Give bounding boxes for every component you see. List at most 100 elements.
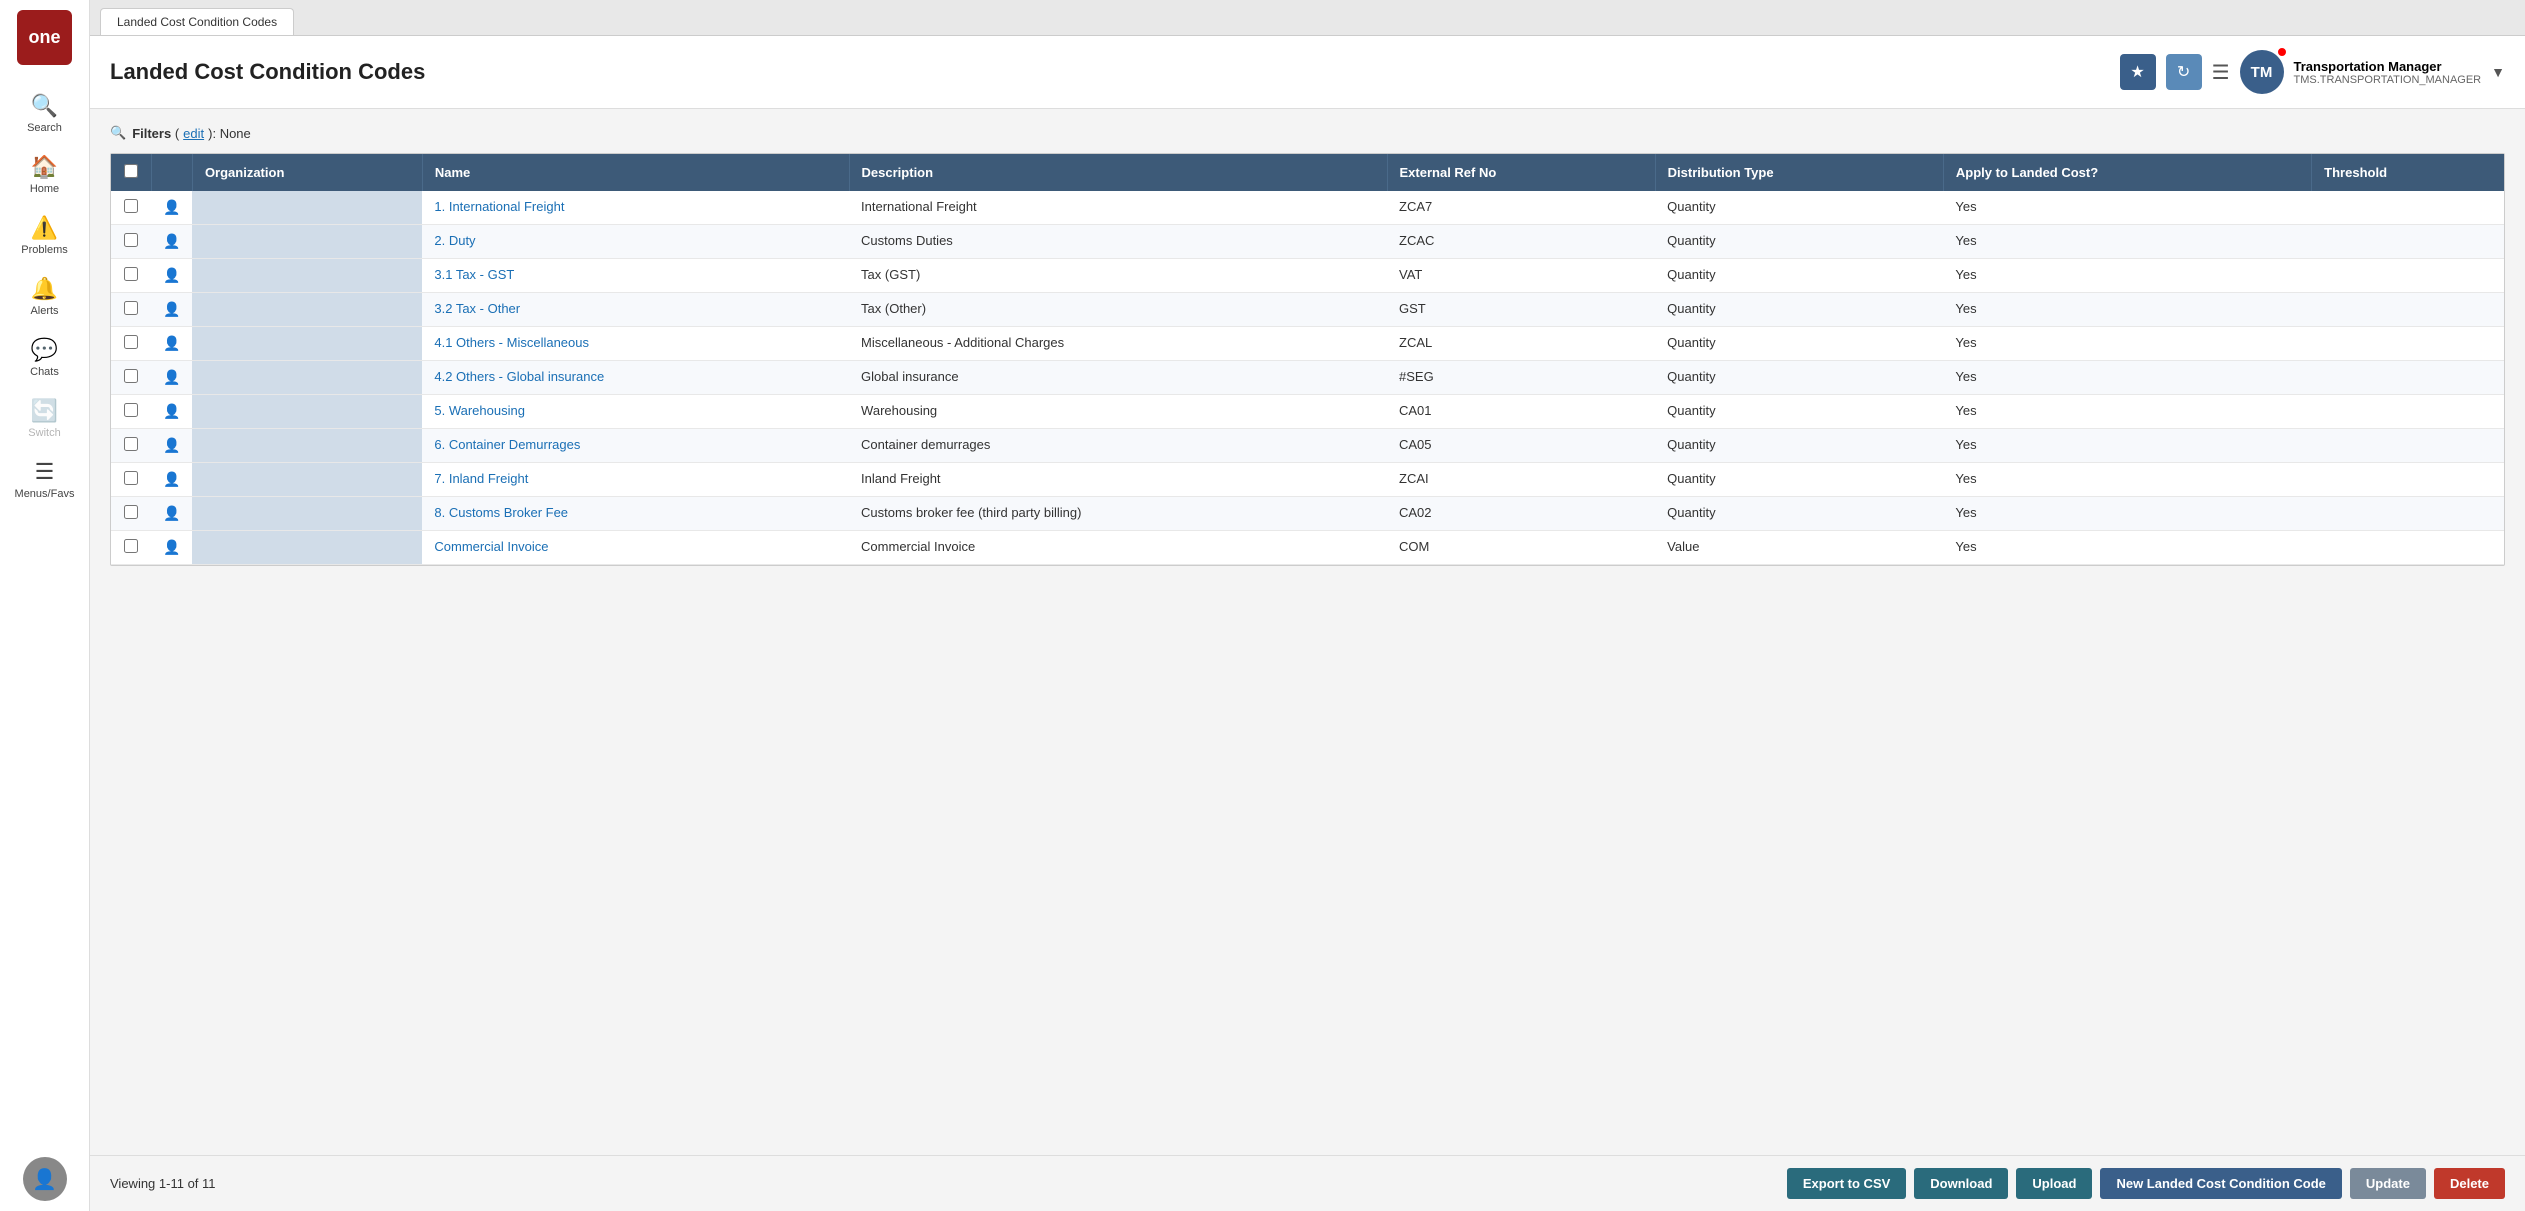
row-name-link[interactable]: 1. International Freight [434, 199, 564, 214]
header-actions: ★ ↻ ☰ TM Transportation Manager TMS.TRAN… [2120, 50, 2505, 94]
row-icon-cell: 👤 [151, 191, 192, 225]
row-checkbox-cell[interactable] [111, 191, 151, 225]
row-apply: Yes [1943, 361, 2311, 395]
table-row: 👤 Commercial Invoice Commercial Invoice … [111, 531, 2504, 565]
sidebar-item-chats[interactable]: 💬 Chats [0, 327, 89, 388]
refresh-button[interactable]: ↻ [2166, 54, 2202, 90]
row-checkbox-cell[interactable] [111, 395, 151, 429]
row-checkbox-cell[interactable] [111, 259, 151, 293]
row-checkbox[interactable] [124, 437, 138, 451]
row-ext-ref: ZCA7 [1387, 191, 1655, 225]
user-icon: 👤 [163, 471, 180, 487]
th-organization: Organization [192, 154, 422, 191]
row-name-link[interactable]: 7. Inland Freight [434, 471, 528, 486]
row-name[interactable]: 2. Duty [422, 225, 849, 259]
row-name-link[interactable]: 3.1 Tax - GST [434, 267, 514, 282]
row-ext-ref: CA05 [1387, 429, 1655, 463]
row-name-link[interactable]: 2. Duty [434, 233, 475, 248]
sidebar-item-alerts[interactable]: 🔔 Alerts [0, 266, 89, 327]
row-name[interactable]: Commercial Invoice [422, 531, 849, 565]
row-name[interactable]: 7. Inland Freight [422, 463, 849, 497]
row-checkbox[interactable] [124, 301, 138, 315]
row-icon-cell: 👤 [151, 225, 192, 259]
new-code-button[interactable]: New Landed Cost Condition Code [2100, 1168, 2341, 1199]
page-title: Landed Cost Condition Codes [110, 59, 425, 85]
row-checkbox[interactable] [124, 233, 138, 247]
row-checkbox[interactable] [124, 403, 138, 417]
row-name[interactable]: 3.1 Tax - GST [422, 259, 849, 293]
app-logo[interactable]: one [17, 10, 72, 65]
row-checkbox[interactable] [124, 199, 138, 213]
row-icon-cell: 👤 [151, 327, 192, 361]
row-name[interactable]: 8. Customs Broker Fee [422, 497, 849, 531]
sidebar-item-search[interactable]: 🔍 Search [0, 83, 89, 144]
row-checkbox-cell[interactable] [111, 361, 151, 395]
row-ext-ref: ZCAL [1387, 327, 1655, 361]
row-name[interactable]: 6. Container Demurrages [422, 429, 849, 463]
filter-bar: 🔍 Filters ( edit ): None [110, 125, 2505, 141]
row-checkbox-cell[interactable] [111, 463, 151, 497]
row-name[interactable]: 1. International Freight [422, 191, 849, 225]
row-checkbox[interactable] [124, 267, 138, 281]
filter-paren-close: ): [208, 126, 220, 141]
row-org [192, 429, 422, 463]
row-checkbox[interactable] [124, 539, 138, 553]
row-name-link[interactable]: 6. Container Demurrages [434, 437, 580, 452]
hamburger-icon: ☰ [2212, 62, 2230, 84]
row-checkbox-cell[interactable] [111, 429, 151, 463]
sidebar-item-problems[interactable]: ⚠️ Problems [0, 205, 89, 266]
th-select-all[interactable] [111, 154, 151, 191]
row-name-link[interactable]: 5. Warehousing [434, 403, 525, 418]
row-checkbox-cell[interactable] [111, 293, 151, 327]
sidebar-item-menus[interactable]: ☰ Menus/Favs [0, 449, 89, 510]
row-name-link[interactable]: 4.1 Others - Miscellaneous [434, 335, 589, 350]
sidebar-item-label: Problems [21, 244, 67, 256]
tab-landed-cost[interactable]: Landed Cost Condition Codes [100, 8, 294, 35]
row-dist-type: Quantity [1655, 327, 1943, 361]
delete-button[interactable]: Delete [2434, 1168, 2505, 1199]
chats-icon: 💬 [31, 337, 58, 363]
download-button[interactable]: Download [1914, 1168, 2008, 1199]
row-threshold [2312, 293, 2504, 327]
row-apply: Yes [1943, 497, 2311, 531]
viewing-count: Viewing 1-11 of 11 [110, 1176, 216, 1191]
export-csv-button[interactable]: Export to CSV [1787, 1168, 1906, 1199]
sidebar-item-home[interactable]: 🏠 Home [0, 144, 89, 205]
row-name-link[interactable]: 8. Customs Broker Fee [434, 505, 568, 520]
row-name[interactable]: 3.2 Tax - Other [422, 293, 849, 327]
row-threshold [2312, 429, 2504, 463]
th-ext-ref: External Ref No [1387, 154, 1655, 191]
row-checkbox-cell[interactable] [111, 497, 151, 531]
user-avatar-small[interactable]: 👤 [23, 1157, 67, 1201]
user-dropdown-button[interactable]: ▼ [2491, 64, 2505, 80]
row-description: Warehousing [849, 395, 1387, 429]
filter-edit-link[interactable]: edit [183, 126, 204, 141]
page-header: Landed Cost Condition Codes ★ ↻ ☰ TM Tra… [90, 36, 2525, 109]
row-checkbox-cell[interactable] [111, 225, 151, 259]
row-checkbox-cell[interactable] [111, 531, 151, 565]
row-name-link[interactable]: Commercial Invoice [434, 539, 548, 554]
row-checkbox[interactable] [124, 471, 138, 485]
row-name-link[interactable]: 4.2 Others - Global insurance [434, 369, 604, 384]
sidebar-item-switch[interactable]: 🔄 Switch [0, 388, 89, 449]
user-role: TMS.TRANSPORTATION_MANAGER [2294, 74, 2482, 86]
sidebar-bottom: 👤 [23, 1157, 67, 1201]
select-all-checkbox[interactable] [124, 164, 138, 178]
row-checkbox[interactable] [124, 505, 138, 519]
row-dist-type: Quantity [1655, 429, 1943, 463]
user-icon: 👤 [163, 199, 180, 215]
row-apply: Yes [1943, 395, 2311, 429]
update-button[interactable]: Update [2350, 1168, 2426, 1199]
table-row: 👤 1. International Freight International… [111, 191, 2504, 225]
upload-button[interactable]: Upload [2016, 1168, 2092, 1199]
problems-icon: ⚠️ [31, 215, 58, 241]
favorite-button[interactable]: ★ [2120, 54, 2156, 90]
row-checkbox[interactable] [124, 335, 138, 349]
row-checkbox-cell[interactable] [111, 327, 151, 361]
row-name[interactable]: 5. Warehousing [422, 395, 849, 429]
row-checkbox[interactable] [124, 369, 138, 383]
row-name[interactable]: 4.1 Others - Miscellaneous [422, 327, 849, 361]
hamburger-menu-button[interactable]: ☰ [2212, 60, 2230, 85]
row-name[interactable]: 4.2 Others - Global insurance [422, 361, 849, 395]
row-name-link[interactable]: 3.2 Tax - Other [434, 301, 520, 316]
